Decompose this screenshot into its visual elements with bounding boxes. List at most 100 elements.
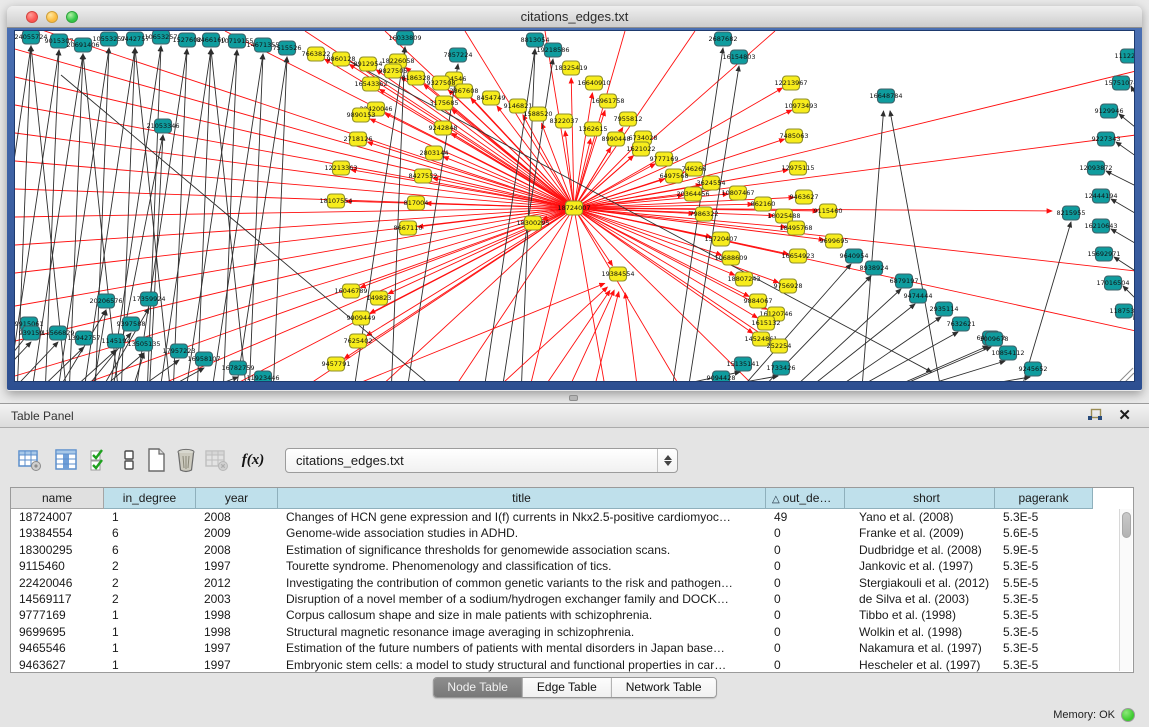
cell-year[interactable]: 2012 [196,575,278,591]
graph-edge[interactable] [503,287,607,382]
column-header-year[interactable]: year [196,488,278,509]
cell-out_degree[interactable]: 0 [766,525,845,541]
column-header-out_degree[interactable]: △out_de… [766,488,845,509]
graph-node[interactable]: 19218586 [536,43,569,57]
graph-node[interactable]: 11923446 [246,371,279,382]
graph-edge[interactable] [1116,142,1135,159]
cell-year[interactable]: 2003 [196,591,278,607]
cell-name[interactable]: 9463627 [11,657,104,673]
cell-pagerank[interactable]: 5.5E-5 [995,575,1093,591]
graph-node[interactable]: 9860128 [327,52,356,66]
cell-pagerank[interactable]: 5.9E-5 [995,542,1093,558]
graph-node[interactable]: 8427552 [409,169,438,183]
graph-node[interactable]: 9474444 [904,289,933,303]
graph-edge[interactable] [1119,114,1135,131]
table-row[interactable]: 946362711997Embryonic stem cells: a mode… [11,657,1133,673]
cell-pagerank[interactable]: 5.3E-5 [995,657,1093,673]
cell-out_degree[interactable]: 0 [766,542,845,558]
cell-year[interactable]: 2008 [196,509,278,525]
graph-node[interactable]: 9397588 [117,317,146,331]
graph-edge[interactable] [1106,171,1135,188]
graph-node[interactable]: 149823 [367,291,392,305]
graph-node[interactable]: 12093872 [1079,161,1112,175]
graph-node[interactable]: 9245652 [1019,362,1048,376]
cell-pagerank[interactable]: 5.3E-5 [995,624,1093,640]
resize-grip[interactable] [1120,368,1134,382]
graph-edge[interactable] [1111,199,1135,216]
show-columns-button[interactable] [52,446,80,474]
graph-node[interactable]: 8215955 [1057,206,1086,220]
graph-node[interactable]: 9227343 [1092,132,1121,146]
tab-node-table[interactable]: Node Table [433,678,523,697]
graph-node[interactable]: 16154803 [722,50,755,64]
graph-edge[interactable] [574,139,591,208]
cell-year[interactable]: 1998 [196,607,278,623]
table-row[interactable]: 969969511998Structural magnetic resonanc… [11,624,1133,640]
table-source-select[interactable]: citations_edges.txt [285,448,678,473]
cell-in_degree[interactable]: 2 [104,575,196,591]
graph-node[interactable]: 10688609 [714,251,747,265]
graph-node[interactable]: 9756928 [774,279,803,293]
function-builder-button[interactable]: f(x) [236,446,270,474]
cell-short[interactable]: de Silva et al. (2003) [845,591,995,607]
graph-node[interactable]: 15692971 [1087,247,1120,261]
graph-node[interactable]: 1615132 [752,316,781,330]
graph-node[interactable]: 8454749 [477,91,506,105]
tab-edge-table[interactable]: Edge Table [523,678,612,697]
cell-out_degree[interactable]: 0 [766,640,845,656]
memory-status-button[interactable]: Memory: OK [1053,708,1135,722]
cell-year[interactable]: 1997 [196,558,278,574]
cell-in_degree[interactable]: 1 [104,509,196,525]
graph-node[interactable]: 9884067 [744,294,773,308]
graph-node[interactable]: 13505135 [127,337,160,351]
graph-node[interactable]: 939159 [19,326,44,340]
graph-node[interactable]: 7485063 [780,129,809,143]
cell-name[interactable]: 9777169 [11,607,104,623]
cell-in_degree[interactable]: 1 [104,640,196,656]
scrollbar-thumb[interactable] [1122,512,1131,538]
cell-year[interactable]: 2008 [196,542,278,558]
cell-title[interactable]: Disruption of a novel member of a sodium… [278,591,766,607]
graph-edge[interactable] [530,208,574,382]
column-header-in_degree[interactable]: in_degree [104,488,196,509]
cell-name[interactable]: 9115460 [11,558,104,574]
delete-column-button[interactable] [172,446,200,474]
cell-pagerank[interactable]: 5.6E-5 [995,525,1093,541]
graph-edge[interactable] [824,317,941,382]
graph-edge[interactable] [574,135,1135,208]
graph-node[interactable]: 6879197 [890,274,919,288]
graph-node[interactable]: 16210643 [1084,219,1117,233]
cell-title[interactable]: Investigating the contribution of common… [278,575,766,591]
table-row[interactable]: 2242004622012Investigating the contribut… [11,575,1133,591]
graph-edge[interactable] [871,346,988,382]
graph-edge[interactable] [591,292,619,382]
cell-year[interactable]: 2009 [196,525,278,541]
graph-node[interactable]: 8938924 [860,261,889,275]
graph-node[interactable]: 862160 [751,197,776,211]
graph-node[interactable]: 15720407 [704,232,737,246]
cell-short[interactable]: Hescheler et al. (1997) [845,657,995,673]
column-header-name[interactable]: name [11,488,104,509]
cell-name[interactable]: 22420046 [11,575,104,591]
cell-title[interactable]: Changes of HCN gene expression and I(f) … [278,509,766,525]
cell-name[interactable]: 18300295 [11,542,104,558]
network-canvas[interactable]: 7663822986012818226058891295498275058186… [14,30,1135,382]
graph-edge[interactable] [1131,86,1135,103]
cell-name[interactable]: 9465546 [11,640,104,656]
graph-edge[interactable] [32,347,84,382]
graph-node[interactable]: 1588520 [524,107,553,121]
graph-node[interactable]: 9640954 [840,249,869,263]
cell-pagerank[interactable]: 5.3E-5 [995,591,1093,607]
cell-name[interactable]: 19384554 [11,525,104,541]
cell-out_degree[interactable]: 0 [766,657,845,673]
graph-node[interactable]: 9129946 [1095,104,1124,118]
graph-edge[interactable] [95,48,109,382]
graph-edge[interactable] [1114,257,1135,274]
cell-in_degree[interactable]: 2 [104,591,196,607]
close-panel-icon[interactable]: ✕ [1118,406,1131,424]
cell-short[interactable]: Stergiakouli et al. (2012) [845,575,995,591]
graph-edge[interactable] [1123,286,1135,303]
graph-edge[interactable] [1111,229,1135,246]
table-row[interactable]: 1830029562008Estimation of significance … [11,542,1133,558]
graph-node[interactable]: 16640910 [577,76,610,90]
